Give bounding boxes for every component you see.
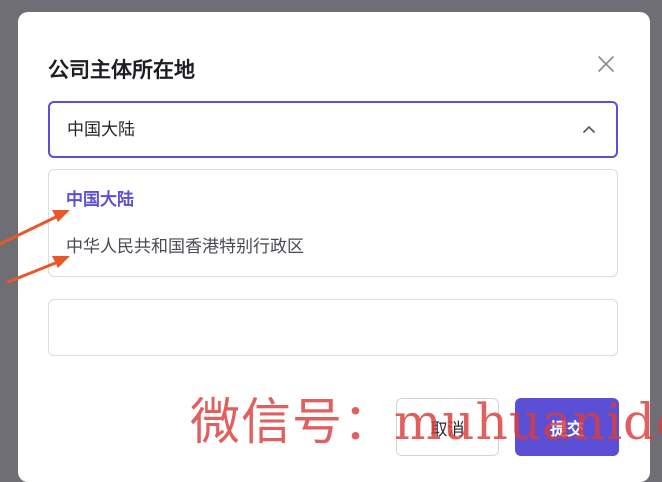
dialog-title: 公司主体所在地	[48, 58, 195, 82]
submit-button[interactable]: 提交	[515, 398, 619, 456]
select-dropdown: 中国大陆 中华人民共和国香港特别行政区	[48, 169, 618, 277]
cancel-button[interactable]: 取消	[396, 398, 499, 456]
select-value: 中国大陆	[67, 120, 135, 140]
location-dialog: 公司主体所在地 中国大陆 中国大陆 中华人民共和国香港特别行政区 取消 提交	[18, 12, 650, 482]
option-hong-kong-sar[interactable]: 中华人民共和国香港特别行政区	[66, 235, 304, 259]
detail-input[interactable]	[48, 299, 618, 356]
chevron-up-icon	[583, 126, 595, 133]
location-select[interactable]: 中国大陆	[48, 101, 618, 158]
close-icon	[598, 56, 614, 72]
option-mainland-china[interactable]: 中国大陆	[66, 188, 134, 212]
close-button[interactable]	[594, 52, 618, 76]
